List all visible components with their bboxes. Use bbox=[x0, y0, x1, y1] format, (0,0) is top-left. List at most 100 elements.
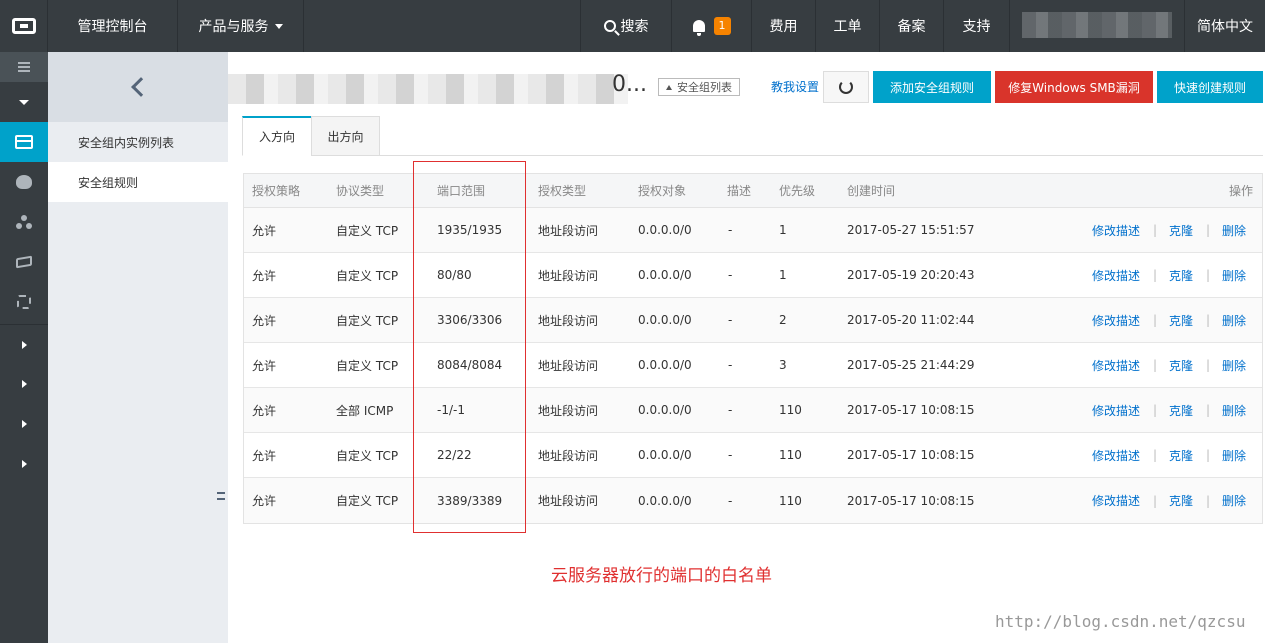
direction-tabs: 入方向 出方向 bbox=[242, 116, 1263, 156]
cell-desc: - bbox=[728, 223, 733, 237]
delete-link[interactable]: 删除 bbox=[1222, 253, 1246, 297]
clone-link[interactable]: 克隆 bbox=[1169, 208, 1193, 252]
sidebar-expand[interactable] bbox=[0, 82, 48, 122]
tickets-link[interactable]: 工单 bbox=[816, 0, 880, 52]
port-range-highlight bbox=[413, 161, 526, 533]
sidebar-group-4[interactable] bbox=[0, 444, 48, 484]
search-icon bbox=[603, 20, 616, 32]
cell-desc: - bbox=[728, 268, 733, 282]
cell-auth-type: 地址段访问 bbox=[538, 494, 599, 508]
action-separator: | bbox=[1153, 223, 1158, 237]
col-object: 授权对象 bbox=[638, 184, 687, 198]
cell-created: 2017-05-25 21:44:29 bbox=[847, 358, 975, 372]
sidebar-item-2[interactable] bbox=[0, 162, 48, 202]
delete-link[interactable]: 删除 bbox=[1222, 298, 1246, 342]
chevron-down-icon bbox=[274, 23, 283, 29]
chevron-left-icon bbox=[131, 77, 151, 97]
sidebar-item-label: 安全组规则 bbox=[78, 175, 139, 190]
cell-object: 0.0.0.0/0 bbox=[638, 223, 692, 237]
quick-create-button[interactable]: 快速创建规则 bbox=[1157, 71, 1263, 103]
sidebar-toggle[interactable] bbox=[0, 52, 48, 82]
col-created: 创建时间 bbox=[847, 184, 896, 198]
menu-icon bbox=[18, 62, 30, 72]
support-link[interactable]: 支持 bbox=[944, 0, 1010, 52]
delete-link[interactable]: 删除 bbox=[1222, 208, 1246, 252]
cell-policy: 允许 bbox=[252, 448, 277, 463]
account-name-redacted[interactable] bbox=[1022, 12, 1172, 38]
billing-link[interactable]: 费用 bbox=[752, 0, 816, 52]
top-nav-bar: 管理控制台 产品与服务 搜索 1 费用 工单 备案 支持 简体中文 bbox=[0, 0, 1265, 52]
sidebar-item-ecs[interactable] bbox=[0, 122, 48, 162]
delete-link[interactable]: 删除 bbox=[1222, 478, 1246, 523]
clone-link[interactable]: 克隆 bbox=[1169, 433, 1193, 477]
server-icon bbox=[15, 135, 33, 149]
chevron-right-icon bbox=[21, 460, 27, 468]
teach-me-link[interactable]: 教我设置 bbox=[771, 78, 819, 95]
cell-policy: 允许 bbox=[252, 223, 277, 238]
edit-description-link[interactable]: 修改描述 bbox=[1092, 208, 1140, 252]
clone-link[interactable]: 克隆 bbox=[1169, 343, 1193, 387]
products-menu[interactable]: 产品与服务 bbox=[178, 0, 304, 52]
products-label: 产品与服务 bbox=[198, 19, 269, 35]
delete-link[interactable]: 删除 bbox=[1222, 433, 1246, 477]
clone-link[interactable]: 克隆 bbox=[1169, 253, 1193, 297]
chevron-down-icon bbox=[19, 99, 29, 105]
edit-description-link[interactable]: 修改描述 bbox=[1092, 388, 1140, 432]
col-protocol: 协议类型 bbox=[336, 184, 385, 198]
edit-description-link[interactable]: 修改描述 bbox=[1092, 433, 1140, 477]
action-separator: | bbox=[1153, 358, 1158, 372]
sidebar-group-3[interactable] bbox=[0, 404, 48, 444]
clone-link[interactable]: 克隆 bbox=[1169, 298, 1193, 342]
edit-description-link[interactable]: 修改描述 bbox=[1092, 253, 1140, 297]
clone-link[interactable]: 克隆 bbox=[1169, 388, 1193, 432]
aliyun-logo-icon[interactable] bbox=[0, 0, 48, 52]
fix-smb-button[interactable]: 修复Windows SMB漏洞 bbox=[995, 71, 1153, 103]
sidebar-group-1[interactable] bbox=[0, 324, 48, 364]
sidebar-item-rules[interactable]: 安全组规则 bbox=[48, 162, 228, 202]
tab-outbound[interactable]: 出方向 bbox=[311, 116, 380, 156]
cell-auth-type: 地址段访问 bbox=[538, 223, 599, 238]
action-separator: | bbox=[1206, 403, 1211, 417]
rules-table: 授权策略 协议类型 端口范围 授权类型 授权对象 描述 优先级 创建时间 操作 … bbox=[243, 173, 1263, 524]
icp-link[interactable]: 备案 bbox=[880, 0, 944, 52]
col-policy: 授权策略 bbox=[252, 184, 301, 198]
edit-description-link[interactable]: 修改描述 bbox=[1092, 298, 1140, 342]
tab-inbound[interactable]: 入方向 bbox=[242, 116, 312, 156]
refresh-button[interactable] bbox=[823, 71, 869, 103]
table-body: 允许 自定义 TCP 1935/1935 地址段访问 0.0.0.0/0-1 2017-0… bbox=[244, 208, 1262, 523]
chip-icon bbox=[17, 295, 31, 309]
cell-priority: 110 bbox=[779, 493, 802, 508]
sidebar-item-4[interactable] bbox=[0, 242, 48, 282]
cell-created: 2017-05-19 20:20:43 bbox=[847, 268, 975, 282]
language-switch[interactable]: 简体中文 bbox=[1184, 0, 1265, 52]
console-home-link[interactable]: 管理控制台 bbox=[48, 0, 178, 52]
delete-link[interactable]: 删除 bbox=[1222, 388, 1246, 432]
edit-description-link[interactable]: 修改描述 bbox=[1092, 343, 1140, 387]
billing-label: 费用 bbox=[769, 19, 798, 35]
sidebar-item-instances[interactable]: 安全组内实例列表 bbox=[48, 122, 228, 162]
action-separator: | bbox=[1206, 223, 1211, 237]
add-rule-button[interactable]: 添加安全组规则 bbox=[873, 71, 991, 103]
cell-created: 2017-05-27 15:51:57 bbox=[847, 223, 975, 237]
bell-icon bbox=[692, 20, 705, 36]
action-separator: | bbox=[1206, 268, 1211, 282]
cell-policy: 允许 bbox=[252, 494, 277, 508]
sidebar-item-3[interactable] bbox=[0, 202, 48, 242]
secondary-sidebar: 安全组内实例列表 安全组规则 bbox=[48, 52, 228, 643]
notification-badge: 1 bbox=[713, 17, 731, 35]
back-to-list-button[interactable]: 安全组列表 bbox=[658, 78, 740, 96]
action-separator: | bbox=[1153, 448, 1158, 462]
sidebar-collapse-handle[interactable] bbox=[214, 478, 228, 514]
back-button[interactable] bbox=[48, 52, 228, 122]
sidebar-group-2[interactable] bbox=[0, 364, 48, 404]
cell-auth-type: 地址段访问 bbox=[538, 268, 599, 283]
sidebar-item-label: 安全组内实例列表 bbox=[78, 135, 175, 150]
arrow-up-icon bbox=[666, 84, 672, 90]
edit-description-link[interactable]: 修改描述 bbox=[1092, 478, 1140, 523]
clone-link[interactable]: 克隆 bbox=[1169, 478, 1193, 523]
search-button[interactable]: 搜索 bbox=[580, 0, 672, 52]
delete-link[interactable]: 删除 bbox=[1222, 343, 1246, 387]
annotation-text: 云服务器放行的端口的白名单 bbox=[551, 566, 772, 586]
sidebar-item-5[interactable] bbox=[0, 282, 48, 322]
notifications-button[interactable]: 1 bbox=[672, 0, 752, 52]
